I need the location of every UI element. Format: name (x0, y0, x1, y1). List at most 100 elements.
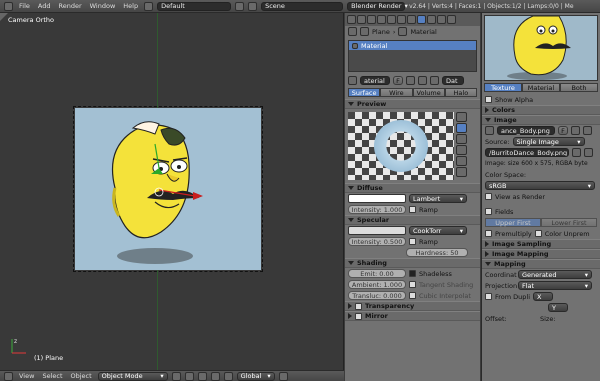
show-alpha-checkbox[interactable] (485, 96, 492, 103)
tangent-shading-checkbox[interactable] (409, 281, 416, 288)
particles-tab-icon[interactable] (437, 15, 446, 24)
surface-tab[interactable]: Surface (348, 88, 381, 97)
both-tab[interactable]: Both (560, 83, 598, 92)
viewport-shading-icon[interactable] (171, 371, 181, 381)
pivot-point-icon[interactable] (184, 371, 194, 381)
transparency-panel-header[interactable]: Transparency (345, 301, 480, 311)
data-tab-icon[interactable] (407, 15, 416, 24)
filepath-field[interactable]: /BurritoDance_Body.png (485, 148, 569, 157)
material-tab-icon[interactable] (417, 15, 426, 24)
image-browse-icon[interactable] (485, 126, 494, 135)
diffuse-panel-header[interactable]: Diffuse (345, 183, 480, 193)
image-name-field[interactable]: ance_Body.png (497, 126, 555, 135)
render-engine-select[interactable]: Blender Render ▾ (347, 1, 408, 11)
link-type-select[interactable]: Dat (442, 76, 464, 85)
add-layout-icon[interactable] (235, 1, 245, 11)
fields-checkbox[interactable] (485, 208, 492, 215)
upper-first-button[interactable]: Upper First (485, 218, 541, 227)
area-split-corner[interactable] (0, 13, 8, 21)
translucency-slider[interactable]: Transluc: 0.000 (348, 291, 406, 300)
y-mapping-select[interactable]: Y (548, 303, 568, 312)
menu-view[interactable]: View (17, 372, 36, 380)
specular-color-swatch[interactable] (348, 226, 406, 235)
image-sampling-panel-header[interactable]: Image Sampling (482, 239, 600, 249)
shadeless-checkbox[interactable] (409, 270, 416, 277)
material-slot-item[interactable]: Material (349, 41, 476, 50)
texture-tab-icon[interactable] (427, 15, 436, 24)
diffuse-ramp-checkbox[interactable] (409, 206, 416, 213)
projection-select[interactable]: Flat ▾ (518, 281, 592, 290)
preview-monkey-icon[interactable] (456, 145, 467, 155)
menu-render[interactable]: Render (56, 2, 83, 10)
halo-tab[interactable]: Halo (444, 88, 477, 97)
menu-add[interactable]: Add (36, 2, 53, 10)
transparency-checkbox[interactable] (355, 302, 362, 310)
menu-object[interactable]: Object (69, 372, 94, 380)
3d-viewport[interactable]: Camera Ortho z (1) Plane (0, 13, 344, 370)
scene-field[interactable]: Scene (261, 1, 344, 11)
menu-window[interactable]: Window (88, 2, 118, 10)
screen-layout-icon[interactable] (144, 1, 154, 11)
color-unpremultiply-checkbox[interactable] (534, 230, 542, 237)
editor-type-icon[interactable] (4, 371, 13, 381)
preview-panel-header[interactable]: Preview (345, 99, 480, 109)
scene-icon[interactable] (248, 1, 258, 11)
pin-icon[interactable] (348, 27, 357, 36)
unlink-icon[interactable] (418, 76, 427, 85)
shading-panel-header[interactable]: Shading (345, 258, 480, 268)
diffuse-intensity-slider[interactable]: Intensity: 1.000 (348, 205, 406, 214)
material-tab[interactable]: Material (522, 83, 560, 92)
constraints-tab-icon[interactable] (387, 15, 396, 24)
color-space-select[interactable]: sRGB ▾ (485, 181, 595, 190)
preview-flat-icon[interactable] (456, 112, 467, 122)
object-tab-icon[interactable] (377, 15, 386, 24)
preview-cube-icon[interactable] (456, 134, 467, 144)
mirror-checkbox[interactable] (355, 312, 362, 320)
emit-slider[interactable]: Emit: 0.00 (348, 269, 406, 278)
premultiply-checkbox[interactable] (485, 230, 492, 237)
physics-tab-icon[interactable] (447, 15, 456, 24)
menu-select[interactable]: Select (40, 372, 64, 380)
layer-icon[interactable] (278, 371, 288, 381)
link-type-icon[interactable] (430, 76, 439, 85)
manipulator-icon[interactable] (197, 371, 207, 381)
preview-sphere-icon[interactable] (456, 123, 467, 133)
image-panel-header[interactable]: Image (482, 115, 600, 125)
texture-tab[interactable]: Texture (484, 83, 522, 92)
specular-panel-header[interactable]: Specular (345, 215, 480, 225)
source-select[interactable]: Single Image ▾ (512, 137, 585, 146)
info-editor-icon[interactable] (4, 1, 13, 11)
browse-folder-icon[interactable] (572, 148, 581, 157)
textured-plane[interactable] (75, 108, 261, 270)
ambient-slider[interactable]: Ambient: 1.000 (348, 280, 406, 289)
view-as-render-checkbox[interactable] (485, 193, 492, 200)
colors-panel-header[interactable]: Colors (482, 105, 600, 115)
menu-help[interactable]: Help (121, 2, 140, 10)
image-mapping-panel-header[interactable]: Image Mapping (482, 249, 600, 259)
lower-first-button[interactable]: Lower First (541, 218, 597, 227)
orientation-select[interactable]: Global ▾ (236, 371, 275, 381)
mode-select[interactable]: Object Mode ▾ (97, 371, 168, 381)
scene-tab-icon[interactable] (357, 15, 366, 24)
wire-tab[interactable]: Wire (380, 88, 413, 97)
render-tab-icon[interactable] (347, 15, 356, 24)
specular-intensity-slider[interactable]: Intensity: 0.500 (348, 237, 406, 246)
screen-layout-field[interactable]: Default (157, 1, 232, 11)
volume-tab[interactable]: Volume (412, 88, 445, 97)
coordinates-select[interactable]: Generated ▾ (518, 270, 592, 279)
mapping-panel-header[interactable]: Mapping (482, 259, 600, 269)
diffuse-shader-select[interactable]: Lambert ▾ (409, 194, 467, 203)
hardness-slider[interactable]: Hardness: 50 (406, 248, 468, 257)
image-fake-user-button[interactable]: F (558, 126, 568, 135)
open-image-icon[interactable] (583, 126, 592, 135)
menu-file[interactable]: File (17, 2, 32, 10)
x-mapping-select[interactable]: X (533, 292, 554, 301)
from-dupli-checkbox[interactable] (485, 293, 492, 300)
new-image-icon[interactable] (571, 126, 580, 135)
rotate-icon[interactable] (223, 371, 233, 381)
translate-icon[interactable] (210, 371, 220, 381)
preview-sky-icon[interactable] (456, 167, 467, 177)
modifiers-tab-icon[interactable] (397, 15, 406, 24)
mirror-panel-header[interactable]: Mirror (345, 311, 480, 321)
cubic-interpolation-checkbox[interactable] (409, 292, 416, 299)
